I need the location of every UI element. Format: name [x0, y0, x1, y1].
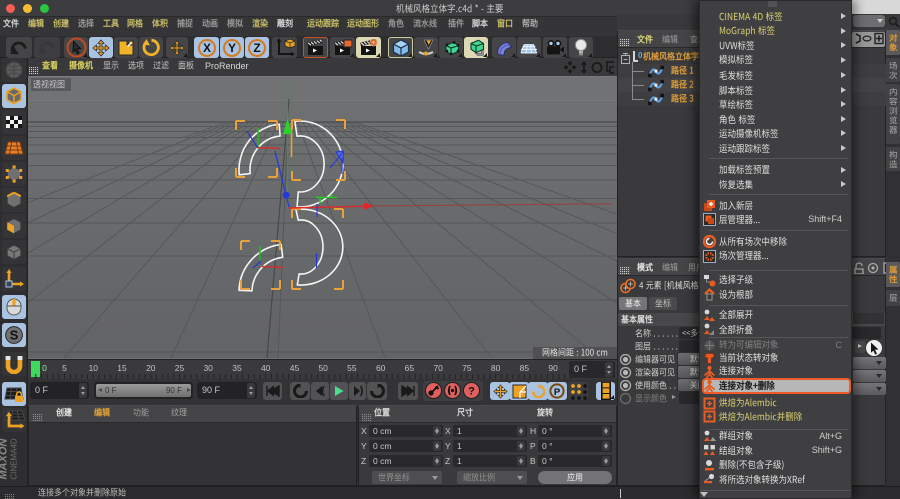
svg-text:Z: Z — [253, 41, 260, 55]
svg-text:Y: Y — [228, 41, 236, 55]
svg-text:S: S — [10, 328, 19, 343]
svg-text:?: ? — [468, 385, 475, 397]
svg-text:X: X — [202, 41, 210, 55]
svg-text:P: P — [554, 387, 561, 398]
